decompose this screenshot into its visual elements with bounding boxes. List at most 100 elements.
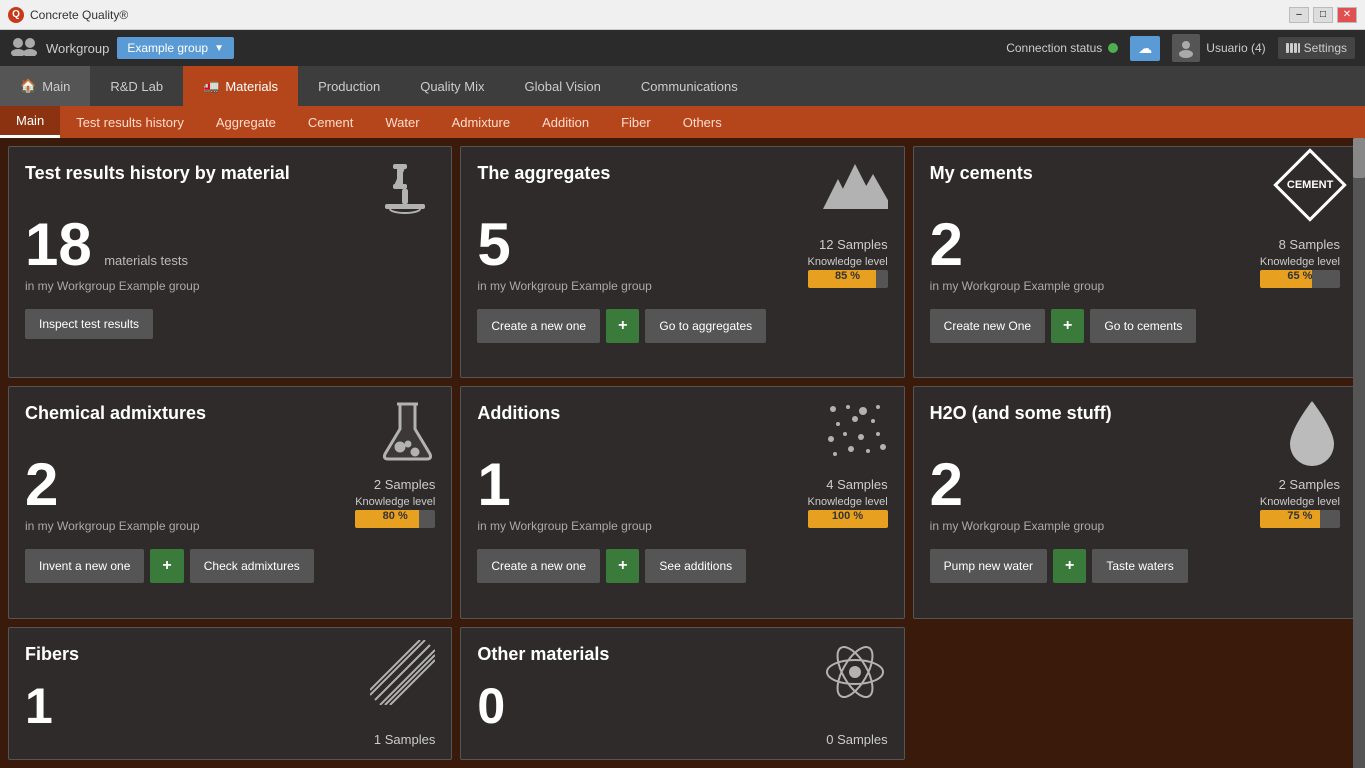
fibers-count: 1 (25, 678, 53, 734)
other-materials-samples: 0 Samples (826, 732, 887, 747)
go-to-aggregates-button[interactable]: Go to aggregates (645, 309, 766, 343)
home-icon: 🏠 (20, 78, 36, 94)
dropdown-arrow-icon: ▼ (214, 43, 224, 54)
nav-item-production[interactable]: Production (298, 66, 400, 106)
additions-samples: 4 Samples (808, 477, 888, 492)
create-cement-button[interactable]: Create new One (930, 309, 1045, 343)
truck-icon: 🚛 (203, 78, 219, 94)
sub-nav-cement[interactable]: Cement (292, 106, 370, 138)
title-bar: Q Concrete Quality® – □ ✕ (0, 0, 1365, 30)
add-admixture-button[interactable]: + (150, 549, 183, 583)
admixtures-stats: 2 Samples Knowledge level 80 % (355, 477, 435, 528)
water-drop-icon (1285, 399, 1340, 479)
fibers-stats-partial: 1 Samples (374, 732, 435, 747)
card-cements: My cements CEMENT 8 Samples Knowledge le… (913, 146, 1357, 378)
see-additions-button[interactable]: See additions (645, 549, 746, 583)
create-aggregate-button[interactable]: Create a new one (477, 309, 600, 343)
water-count: 2 (930, 451, 963, 518)
particles-icon (823, 399, 888, 474)
sub-nav-addition[interactable]: Addition (526, 106, 605, 138)
card-additions: Additions 4 Samples Know (460, 386, 904, 618)
aggregates-knowledge-label: Knowledge level (808, 256, 888, 268)
window-controls[interactable]: – □ ✕ (1289, 7, 1357, 23)
scrollbar[interactable] (1353, 138, 1365, 768)
cloud-button[interactable]: ☁ (1130, 36, 1160, 61)
admixtures-buttons: Invent a new one + Check admixtures (25, 549, 435, 583)
sub-nav-testresults[interactable]: Test results history (60, 106, 200, 138)
nav-item-qualitymix[interactable]: Quality Mix (400, 66, 504, 106)
nav-item-communications[interactable]: Communications (621, 66, 758, 106)
cements-knowledge-bar-container: 65 % (1260, 270, 1340, 288)
close-button[interactable]: ✕ (1337, 7, 1357, 23)
cements-knowledge-label: Knowledge level (1260, 256, 1340, 268)
materials-tests-label: materials tests (104, 253, 188, 268)
sub-nav-fiber[interactable]: Fiber (605, 106, 667, 138)
main-nav: 🏠 Main R&D Lab 🚛 Materials Production Qu… (0, 66, 1365, 106)
cements-buttons: Create new One + Go to cements (930, 309, 1340, 343)
settings-button[interactable]: Settings (1278, 37, 1355, 59)
nav-item-rnd[interactable]: R&D Lab (90, 66, 183, 106)
cements-stats: 8 Samples Knowledge level 65 % (1260, 237, 1340, 288)
workgroup-dropdown[interactable]: Example group ▼ (117, 37, 234, 59)
cements-samples: 8 Samples (1260, 237, 1340, 252)
minimize-button[interactable]: – (1289, 7, 1309, 23)
flask-icon (380, 399, 435, 474)
aggregates-count: 5 (477, 211, 510, 278)
card-aggregates: The aggregates 12 Samples Knowledge leve… (460, 146, 904, 378)
cement-icon: CEMENT (1273, 148, 1347, 222)
sub-nav-main[interactable]: Main (0, 106, 60, 138)
admixtures-knowledge-label: Knowledge level (355, 496, 435, 508)
additions-knowledge-label: Knowledge level (808, 496, 888, 508)
nav-item-materials[interactable]: 🚛 Materials (183, 66, 298, 106)
other-materials-count: 0 (477, 678, 505, 734)
microscope-icon (375, 159, 435, 229)
add-addition-button[interactable]: + (606, 549, 639, 583)
additions-buttons: Create a new one + See additions (477, 549, 887, 583)
admixtures-count: 2 (25, 451, 58, 518)
card-water-title: H2O (and some stuff) (930, 403, 1340, 425)
card-water: H2O (and some stuff) 2 Samples Knowledge… (913, 386, 1357, 618)
card-fibers: Fibers 1 1 Samples (8, 627, 452, 760)
additions-stats: 4 Samples Knowledge level 100 % (808, 477, 888, 528)
top-bar: Workgroup Example group ▼ Connection sta… (0, 30, 1365, 66)
nav-item-globalvision[interactable]: Global Vision (505, 66, 621, 106)
scrollbar-thumb[interactable] (1353, 138, 1365, 178)
add-water-button[interactable]: + (1053, 549, 1086, 583)
create-addition-button[interactable]: Create a new one (477, 549, 600, 583)
go-to-cements-button[interactable]: Go to cements (1090, 309, 1196, 343)
connection-status: Connection status (1006, 41, 1118, 55)
fibers-samples: 1 Samples (374, 732, 435, 747)
add-aggregate-button[interactable]: + (606, 309, 639, 343)
card-test-results-title: Test results history by material (25, 163, 435, 185)
sub-nav-water[interactable]: Water (369, 106, 435, 138)
content-area: Test results history by material 18 mate… (0, 138, 1365, 768)
top-bar-right: Connection status ☁ Usuario (4) Settings (1006, 34, 1355, 62)
water-knowledge-text: 75 % (1260, 510, 1340, 522)
add-cement-button[interactable]: + (1051, 309, 1084, 343)
aggregates-stats: 12 Samples Knowledge level 85 % (808, 237, 888, 288)
card-test-results: Test results history by material 18 mate… (8, 146, 452, 378)
aggregates-knowledge-text: 85 % (808, 270, 888, 282)
invent-admixture-button[interactable]: Invent a new one (25, 549, 144, 583)
admixtures-samples: 2 Samples (355, 477, 435, 492)
nav-item-main[interactable]: 🏠 Main (0, 66, 90, 106)
app-icon: Q (8, 7, 24, 23)
water-knowledge-label: Knowledge level (1260, 496, 1340, 508)
check-admixtures-button[interactable]: Check admixtures (190, 549, 314, 583)
avatar (1172, 34, 1200, 62)
taste-waters-button[interactable]: Taste waters (1092, 549, 1187, 583)
sub-nav-admixture[interactable]: Admixture (436, 106, 527, 138)
app-title: Concrete Quality® (30, 8, 1289, 22)
test-count: 18 (25, 211, 92, 278)
sub-nav-others[interactable]: Others (667, 106, 738, 138)
workgroup-section: Workgroup Example group ▼ (10, 36, 996, 61)
pump-water-button[interactable]: Pump new water (930, 549, 1047, 583)
test-buttons: Inspect test results (25, 309, 435, 339)
maximize-button[interactable]: □ (1313, 7, 1333, 23)
sub-nav-aggregate[interactable]: Aggregate (200, 106, 292, 138)
workgroup-icon (10, 36, 38, 61)
aggregates-samples: 12 Samples (808, 237, 888, 252)
mountains-icon (823, 159, 888, 224)
inspect-test-results-button[interactable]: Inspect test results (25, 309, 153, 339)
additions-knowledge-bar-container: 100 % (808, 510, 888, 528)
